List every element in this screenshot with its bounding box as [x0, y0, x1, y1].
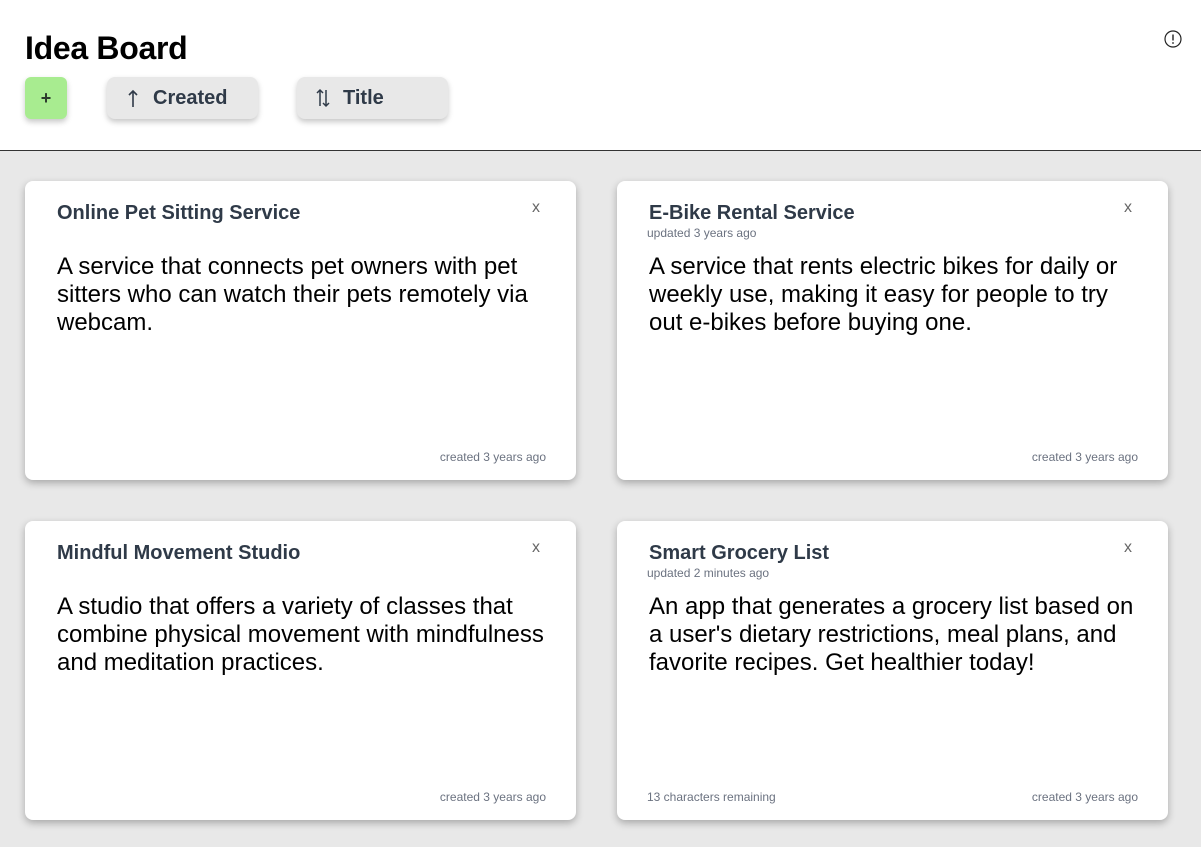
sort-by-created-button[interactable]: Created — [107, 77, 258, 119]
created-timestamp: created 3 years ago — [1031, 450, 1138, 464]
idea-card[interactable]: E-Bike Rental Service updated 3 years ag… — [617, 181, 1168, 480]
idea-description[interactable]: An app that generates a grocery list bas… — [649, 593, 1143, 677]
delete-idea-button[interactable]: x — [1122, 199, 1134, 217]
idea-board: Online Pet Sitting Service x A service t… — [0, 151, 1201, 847]
sort-title-label: Title — [343, 86, 384, 109]
delete-idea-button[interactable]: x — [530, 539, 542, 557]
delete-idea-button[interactable]: x — [530, 199, 542, 217]
created-timestamp: created 3 years ago — [1031, 790, 1138, 804]
delete-idea-button[interactable]: x — [1122, 539, 1134, 557]
created-timestamp: created 3 years ago — [439, 790, 546, 804]
idea-card[interactable]: Smart Grocery List updated 2 minutes ago… — [617, 521, 1168, 820]
sort-created-label: Created — [153, 86, 228, 109]
sort-arrows-icon — [315, 87, 331, 109]
idea-description[interactable]: A studio that offers a variety of classe… — [57, 593, 551, 677]
sort-by-title-button[interactable]: Title — [297, 77, 448, 119]
add-idea-button[interactable]: + — [25, 77, 67, 119]
arrow-up-icon — [125, 87, 141, 109]
idea-title[interactable]: Online Pet Sitting Service — [57, 202, 300, 225]
idea-description[interactable]: A service that connects pet owners with … — [57, 253, 551, 337]
idea-title[interactable]: E-Bike Rental Service — [649, 202, 855, 225]
header: Idea Board + Created Title — [0, 0, 1201, 151]
info-circle-icon[interactable] — [1164, 30, 1182, 48]
updated-timestamp: updated 2 minutes ago — [647, 566, 770, 580]
idea-title[interactable]: Smart Grocery List — [649, 542, 829, 565]
idea-card[interactable]: Online Pet Sitting Service x A service t… — [25, 181, 576, 480]
updated-timestamp: updated 3 years ago — [647, 226, 757, 240]
characters-remaining: 13 characters remaining — [647, 790, 776, 804]
idea-description[interactable]: A service that rents electric bikes for … — [649, 253, 1143, 337]
created-timestamp: created 3 years ago — [439, 450, 546, 464]
idea-title[interactable]: Mindful Movement Studio — [57, 542, 300, 565]
page-title: Idea Board — [25, 30, 188, 66]
idea-card[interactable]: Mindful Movement Studio x A studio that … — [25, 521, 576, 820]
